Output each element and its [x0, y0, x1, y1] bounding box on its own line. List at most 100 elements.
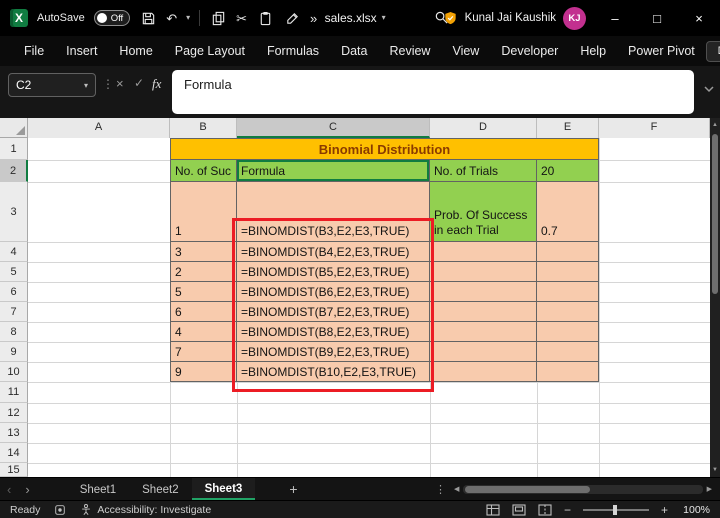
format-painter-icon[interactable] — [283, 9, 301, 27]
row-header-1[interactable]: 1 — [0, 138, 28, 160]
row-header-8[interactable]: 8 — [0, 322, 28, 342]
cell-E3[interactable]: 0.7 — [537, 182, 599, 242]
select-all-button[interactable] — [0, 118, 28, 138]
tab-sheet2[interactable]: Sheet2 — [129, 478, 191, 500]
tab-sheet3[interactable]: Sheet3 — [191, 478, 256, 500]
vertical-scrollbar[interactable]: ▲ ▼ — [710, 118, 720, 477]
cell-D8[interactable] — [430, 322, 537, 342]
cell-E4[interactable] — [537, 242, 599, 262]
column-header-F[interactable]: F — [599, 118, 710, 138]
cell-E9[interactable] — [537, 342, 599, 362]
cell-E10[interactable] — [537, 362, 599, 382]
tab-options-dots-icon[interactable]: ⋮ — [435, 483, 454, 496]
vertical-scrollbar-thumb[interactable] — [712, 134, 718, 294]
row-header-2[interactable]: 2 — [0, 160, 28, 182]
zoom-in-button[interactable]: + — [661, 503, 668, 517]
tab-insert[interactable]: Insert — [55, 44, 108, 58]
cell-D7[interactable] — [430, 302, 537, 322]
more-commands-icon[interactable]: » — [310, 12, 317, 25]
cell-B2[interactable]: No. of Suc — [170, 160, 237, 182]
row-header-14[interactable]: 14 — [0, 443, 28, 463]
normal-view-icon[interactable] — [486, 503, 500, 516]
row-header-12[interactable]: 12 — [0, 403, 28, 423]
tab-review[interactable]: Review — [378, 44, 441, 58]
user-name[interactable]: Kunal Jai Kaushik — [465, 12, 556, 24]
cell-E8[interactable] — [537, 322, 599, 342]
row-header-10[interactable]: 10 — [0, 362, 28, 382]
paste-icon[interactable] — [256, 9, 274, 27]
row-header-7[interactable]: 7 — [0, 302, 28, 322]
save-icon[interactable] — [139, 9, 157, 27]
cell-D10[interactable] — [430, 362, 537, 382]
cell-D2[interactable]: No. of Trials — [430, 160, 537, 182]
horizontal-scrollbar-track[interactable] — [463, 484, 703, 494]
cell-E5[interactable] — [537, 262, 599, 282]
close-button[interactable]: × — [678, 0, 720, 36]
tab-developer[interactable]: Developer — [490, 44, 569, 58]
row-header-9[interactable]: 9 — [0, 342, 28, 362]
column-header-D[interactable]: D — [430, 118, 537, 138]
cell-B1-merged-title[interactable]: Binomial Distribution — [170, 138, 599, 160]
column-header-C[interactable]: C — [237, 118, 430, 138]
tab-power-pivot[interactable]: Power Pivot — [617, 44, 706, 58]
document-title-group[interactable]: sales.xlsx ▾ — [325, 0, 386, 36]
formula-input[interactable]: Formula — [172, 70, 694, 114]
zoom-slider[interactable] — [582, 504, 649, 515]
cell-D3[interactable]: Prob. Of Success in each Trial — [430, 182, 537, 242]
comments-button[interactable]: Comments — [705, 40, 720, 62]
cell-B4[interactable]: 3 — [170, 242, 237, 262]
cell-C4[interactable]: =BINOMDIST(B4,E2,E3,TRUE) — [237, 242, 430, 262]
cell-B6[interactable]: 5 — [170, 282, 237, 302]
tab-data[interactable]: Data — [330, 44, 378, 58]
cell-C8[interactable]: =BINOMDIST(B8,E2,E3,TRUE) — [237, 322, 430, 342]
minimize-button[interactable]: – — [594, 0, 636, 36]
row-header-13[interactable]: 13 — [0, 423, 28, 443]
tab-page-layout[interactable]: Page Layout — [164, 44, 256, 58]
cell-D5[interactable] — [430, 262, 537, 282]
cell-B9[interactable]: 7 — [170, 342, 237, 362]
sheet-nav-left-icon[interactable]: ‹ — [0, 483, 18, 496]
scroll-down-icon[interactable]: ▼ — [710, 467, 720, 473]
scroll-up-icon[interactable]: ▲ — [710, 122, 720, 128]
cell-E6[interactable] — [537, 282, 599, 302]
row-header-6[interactable]: 6 — [0, 282, 28, 302]
cell-C5[interactable]: =BINOMDIST(B5,E2,E3,TRUE) — [237, 262, 430, 282]
avatar[interactable]: KJ — [563, 6, 586, 30]
cell-B10[interactable]: 9 — [170, 362, 237, 382]
cell-B7[interactable]: 6 — [170, 302, 237, 322]
horizontal-scrollbar[interactable]: ◀ ▶ — [454, 482, 712, 496]
cell-D9[interactable] — [430, 342, 537, 362]
tab-help[interactable]: Help — [569, 44, 617, 58]
row-header-3[interactable]: 3 — [0, 182, 28, 242]
cell-C2-selected[interactable]: Formula — [237, 160, 430, 182]
scroll-right-icon[interactable]: ▶ — [707, 485, 712, 493]
tab-view[interactable]: View — [441, 44, 490, 58]
page-break-view-icon[interactable] — [538, 503, 552, 516]
column-header-A[interactable]: A — [28, 118, 170, 138]
name-box-dropdown-icon[interactable]: ▾ — [84, 81, 88, 90]
zoom-out-button[interactable]: − — [564, 503, 571, 517]
formula-bar-expand-icon[interactable] — [704, 80, 714, 98]
cell-C9[interactable]: =BINOMDIST(B9,E2,E3,TRUE) — [237, 342, 430, 362]
accessibility-status[interactable]: Accessibility: Investigate — [97, 504, 211, 516]
column-header-E[interactable]: E — [537, 118, 599, 138]
copy-icon[interactable] — [209, 9, 227, 27]
page-layout-view-icon[interactable] — [512, 503, 526, 516]
cell-C6[interactable]: =BINOMDIST(B6,E2,E3,TRUE) — [237, 282, 430, 302]
cell-D4[interactable] — [430, 242, 537, 262]
cut-icon[interactable]: ✂ — [236, 12, 247, 25]
row-header-4[interactable]: 4 — [0, 242, 28, 262]
tab-formulas[interactable]: Formulas — [256, 44, 330, 58]
cell-E7[interactable] — [537, 302, 599, 322]
add-sheet-button[interactable]: + — [279, 481, 307, 497]
cell-C3[interactable]: =BINOMDIST(B3,E2,E3,TRUE) — [237, 182, 430, 242]
tab-file[interactable]: File — [13, 44, 55, 58]
zoom-slider-thumb[interactable] — [612, 504, 617, 515]
column-header-B[interactable]: B — [170, 118, 237, 138]
cell-B5[interactable]: 2 — [170, 262, 237, 282]
horizontal-scrollbar-thumb[interactable] — [465, 485, 590, 493]
macro-record-icon[interactable] — [54, 504, 66, 516]
cancel-entry-icon[interactable]: × — [116, 76, 124, 91]
undo-dropdown-icon[interactable]: ▾ — [186, 14, 190, 22]
cell-D6[interactable] — [430, 282, 537, 302]
